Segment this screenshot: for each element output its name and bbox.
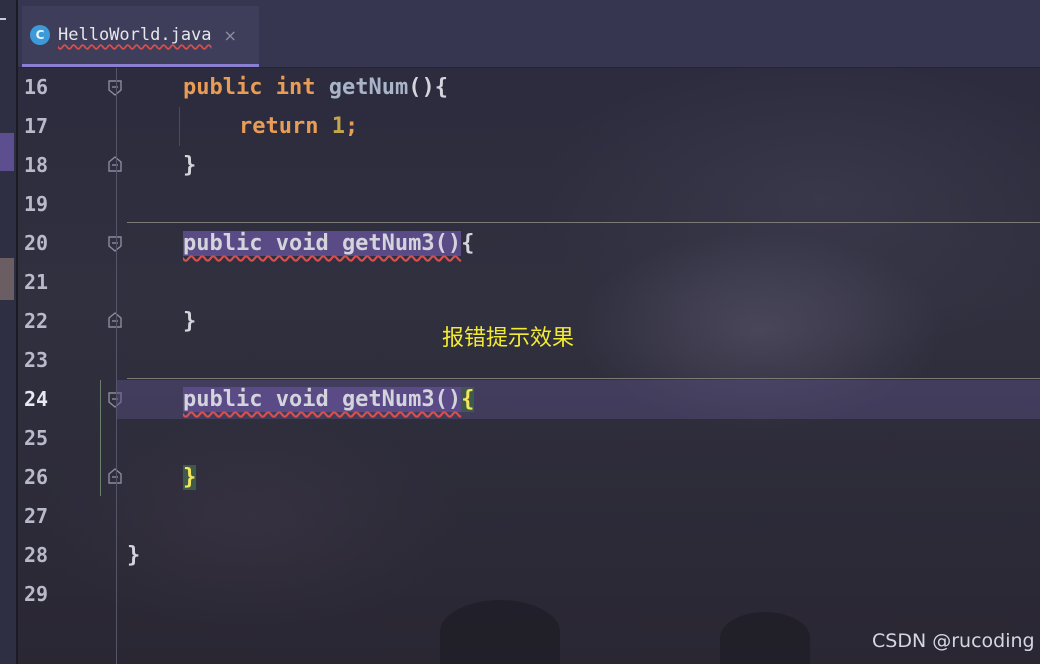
line-number: 20 — [24, 231, 49, 255]
brace: } — [183, 309, 197, 334]
line-number: 18 — [24, 153, 49, 177]
line-number: 23 — [24, 348, 49, 372]
code-line-18[interactable]: } — [117, 146, 1040, 185]
line-number: 28 — [24, 543, 49, 567]
keyword: return — [239, 114, 319, 139]
line-number: 17 — [24, 114, 49, 138]
duplicate-method-error[interactable]: public void getNum3() — [183, 387, 462, 412]
vcs-change-marker — [100, 380, 101, 496]
brace: } — [127, 543, 141, 568]
java-class-icon: C — [30, 25, 50, 45]
line-number: 19 — [24, 192, 49, 216]
code-line-20[interactable]: public void getNum3(){ — [117, 224, 1040, 263]
project-panel-edge[interactable] — [0, 0, 18, 664]
code-editor[interactable]: public int getNum(){ return 1; } public … — [117, 68, 1040, 664]
line-number-gutter[interactable]: 16 17 18 19 20 21 22 23 24 25 26 27 28 2… — [18, 68, 122, 664]
duplicate-method-error[interactable]: public void getNum3() — [183, 231, 462, 256]
line-number-current: 24 — [24, 387, 49, 411]
close-icon[interactable]: × — [224, 26, 237, 45]
brace: } — [183, 153, 197, 178]
line-number: 26 — [24, 465, 49, 489]
code-line-24[interactable]: public void getNum3(){ — [117, 380, 1040, 419]
matched-brace: } — [183, 465, 197, 490]
line-number: 21 — [24, 270, 49, 294]
tab-helloworld-java[interactable]: C HelloWorld.java × — [22, 6, 259, 67]
panel-highlight-marker — [0, 258, 14, 300]
keyword: public — [183, 75, 263, 100]
punctuation: ; — [344, 114, 359, 139]
panel-marker — [0, 18, 6, 20]
line-number: 22 — [24, 309, 49, 333]
line-number: 27 — [24, 504, 49, 528]
code-line-22[interactable]: } — [117, 302, 1040, 341]
code-line-26[interactable]: } — [117, 458, 1040, 497]
watermark: CSDN @rucoding — [872, 630, 1035, 652]
code-line-16[interactable]: public int getNum(){ — [117, 68, 1040, 107]
code-line-28[interactable]: } — [117, 536, 1040, 575]
method-separator — [127, 222, 1040, 223]
number-literal: 1 — [331, 114, 345, 139]
brace: { — [461, 231, 475, 256]
line-number: 16 — [24, 75, 49, 99]
panel-selection-marker — [0, 133, 14, 171]
method-separator — [127, 378, 1040, 379]
tab-label: HelloWorld.java — [58, 25, 212, 45]
line-number: 25 — [24, 426, 49, 450]
code-line-17[interactable]: return 1; — [117, 107, 1040, 146]
editor-tab-bar: C HelloWorld.java × — [18, 0, 1040, 68]
error-annotation-label: 报错提示效果 — [442, 326, 575, 351]
punctuation: (){ — [408, 75, 448, 100]
keyword: int — [275, 75, 316, 100]
panel-marker-green — [0, 60, 14, 76]
method-name: getNum — [328, 75, 409, 100]
line-number: 29 — [24, 582, 49, 606]
matched-brace: { — [461, 387, 475, 412]
